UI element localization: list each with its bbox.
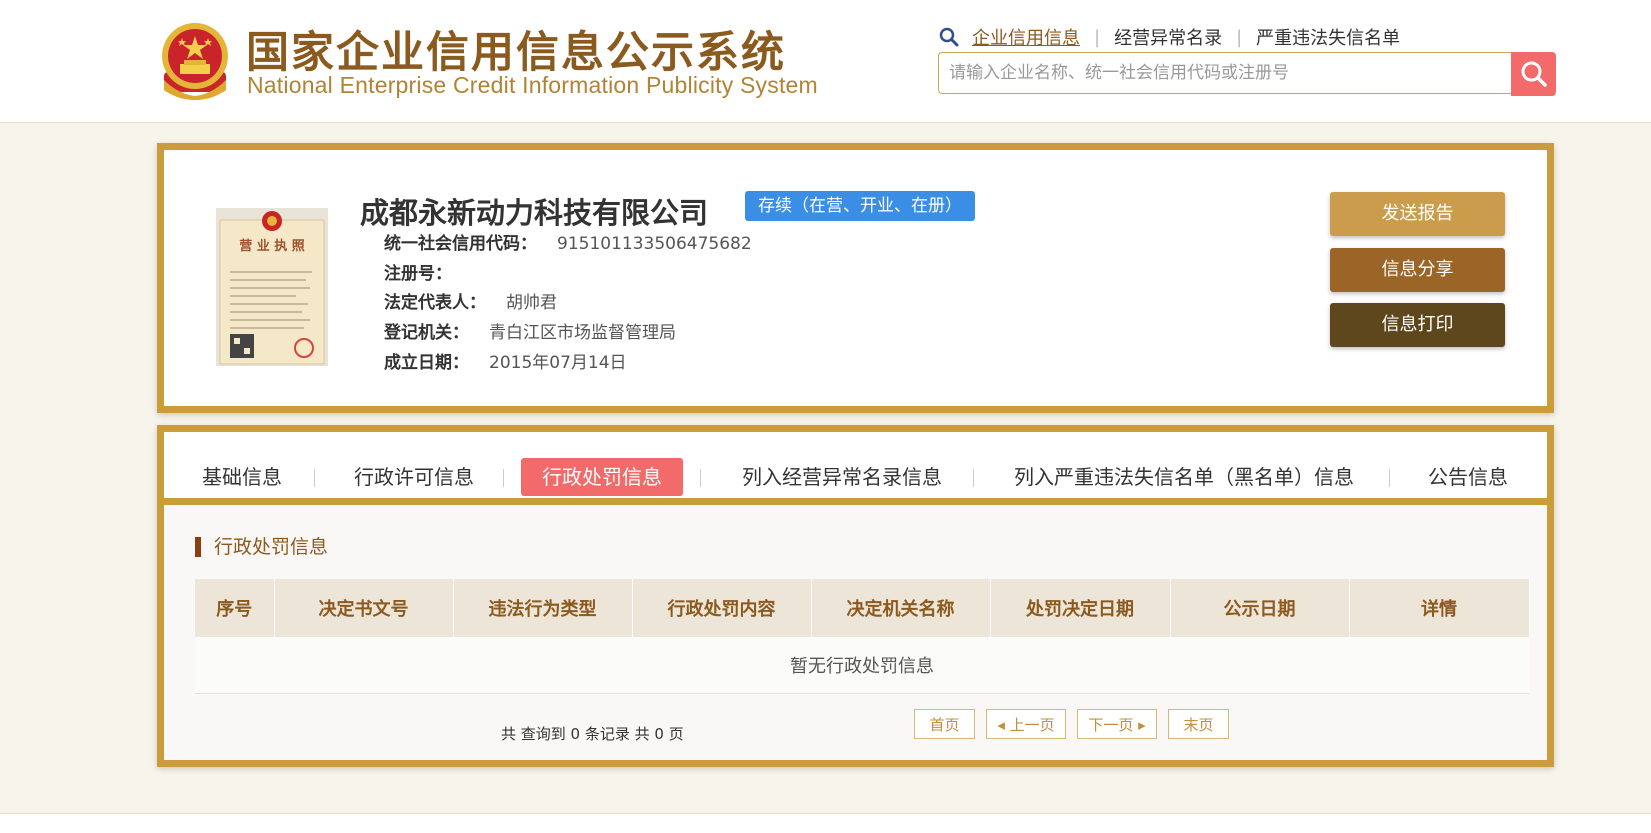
- status-badge: 存续（在营、开业、在册）: [745, 191, 975, 221]
- penalty-table: 序号 决定书文号 违法行为类型 行政处罚内容 决定机关名称 处罚决定日期 公示日…: [195, 579, 1530, 694]
- column-header: 处罚决定日期: [990, 579, 1171, 637]
- column-header: 决定机关名称: [811, 579, 991, 637]
- site-header: 国家企业信用信息公示系统 National Enterprise Credit …: [0, 0, 1651, 123]
- field-label: 登记机关：: [384, 323, 469, 343]
- record-summary: 共 查询到 0 条记录 共 0 页: [501, 725, 684, 743]
- tab-admin-penalty[interactable]: 行政处罚信息: [521, 458, 683, 496]
- search-box: [938, 52, 1512, 94]
- field-label: 统一社会信用代码：: [384, 234, 537, 254]
- tab-blacklist[interactable]: 列入严重违法失信名单（黑名单）信息: [1014, 458, 1354, 496]
- tab-basic-info[interactable]: 基础信息: [202, 458, 282, 496]
- column-header: 详情: [1349, 579, 1530, 637]
- section-title: 行政处罚信息: [195, 537, 328, 557]
- tab-separator: [700, 469, 701, 487]
- magnifier-icon: [939, 27, 959, 47]
- field-label: 成立日期：: [384, 353, 469, 373]
- search-button[interactable]: [1511, 52, 1556, 96]
- search-input[interactable]: [939, 53, 1512, 93]
- print-info-button[interactable]: 信息打印: [1330, 303, 1505, 347]
- license-title: 营 业 执 照: [239, 238, 305, 254]
- share-info-button[interactable]: 信息分享: [1330, 248, 1505, 292]
- info-row-registry: 登记机关： 青白江区市场监督管理局: [384, 318, 676, 343]
- first-page-button[interactable]: 首页: [914, 709, 975, 739]
- info-row-legal-rep: 法定代表人： 胡帅君: [384, 288, 557, 313]
- search-icon: [1521, 61, 1547, 87]
- company-name: 成都永新动力科技有限公司: [360, 196, 709, 230]
- business-license-icon: 营 业 执 照: [216, 208, 328, 366]
- page-footer: [0, 813, 1651, 833]
- send-report-button[interactable]: 发送报告: [1330, 192, 1505, 236]
- prev-page-label: 上一页: [1009, 716, 1055, 734]
- field-value: 青白江区市场监督管理局: [489, 323, 676, 343]
- prev-page-button[interactable]: ◂ 上一页: [986, 709, 1066, 739]
- next-page-button[interactable]: 下一页 ▸: [1077, 709, 1157, 739]
- tab-separator: [1389, 469, 1390, 487]
- top-nav: 企业信用信息 | 经营异常名录 | 严重违法失信名单: [938, 24, 1400, 50]
- tab-abnormal-list[interactable]: 列入经营异常名录信息: [742, 458, 942, 496]
- next-arrow-icon: ▸: [1133, 716, 1146, 734]
- field-value: 胡帅君: [506, 293, 557, 313]
- nav-link-abnormal-list[interactable]: 经营异常名录: [1114, 24, 1222, 50]
- tab-admin-license[interactable]: 行政许可信息: [354, 458, 474, 496]
- field-label: 法定代表人：: [384, 293, 486, 313]
- nav-link-blacklist[interactable]: 严重违法失信名单: [1256, 24, 1400, 50]
- nav-link-credit-info[interactable]: 企业信用信息: [972, 24, 1080, 50]
- field-value: 915101133506475682: [557, 234, 752, 254]
- tab-separator: [314, 469, 315, 487]
- nav-separator: |: [1094, 26, 1101, 48]
- info-row-founded: 成立日期： 2015年07月14日: [384, 348, 627, 373]
- info-row-credit-code: 统一社会信用代码： 915101133506475682: [384, 229, 752, 254]
- tab-separator: [973, 469, 974, 487]
- column-header: 公示日期: [1170, 579, 1350, 637]
- company-info-panel: 营 业 执 照 成都永新动力科技有限公司 存续（在营、开业、在册） 统一社会信用…: [157, 143, 1554, 413]
- table-row: 暂无行政处罚信息: [195, 637, 1529, 694]
- field-value: 2015年07月14日: [489, 353, 627, 373]
- field-label: 注册号：: [384, 264, 452, 284]
- column-header: 行政处罚内容: [632, 579, 812, 637]
- table-header-row: 序号 决定书文号 违法行为类型 行政处罚内容 决定机关名称 处罚决定日期 公示日…: [195, 579, 1530, 637]
- nav-separator: |: [1236, 26, 1243, 48]
- tab-announcements[interactable]: 公告信息: [1428, 458, 1508, 496]
- column-header: 违法行为类型: [453, 579, 633, 637]
- site-title: 国家企业信用信息公示系统: [246, 28, 786, 78]
- info-row-reg-number: 注册号：: [384, 259, 472, 284]
- tab-bar: 基础信息 行政许可信息 行政处罚信息 列入经营异常名录信息 列入严重违法失信名单…: [164, 432, 1547, 505]
- penalty-section: 行政处罚信息 序号 决定书文号 违法行为类型 行政处罚内容 决定机关名称 处罚决…: [164, 505, 1547, 760]
- national-emblem-icon: [162, 23, 228, 100]
- site-title-english: National Enterprise Credit Information P…: [247, 72, 818, 98]
- empty-message: 暂无行政处罚信息: [195, 637, 1529, 694]
- prev-arrow-icon: ◂: [997, 716, 1010, 734]
- records-panel: 基础信息 行政许可信息 行政处罚信息 列入经营异常名录信息 列入严重违法失信名单…: [157, 425, 1554, 767]
- column-header: 决定书文号: [274, 579, 454, 637]
- tab-separator: [503, 469, 504, 487]
- last-page-button[interactable]: 末页: [1168, 709, 1229, 739]
- next-page-label: 下一页: [1088, 716, 1134, 734]
- column-header: 序号: [195, 579, 275, 637]
